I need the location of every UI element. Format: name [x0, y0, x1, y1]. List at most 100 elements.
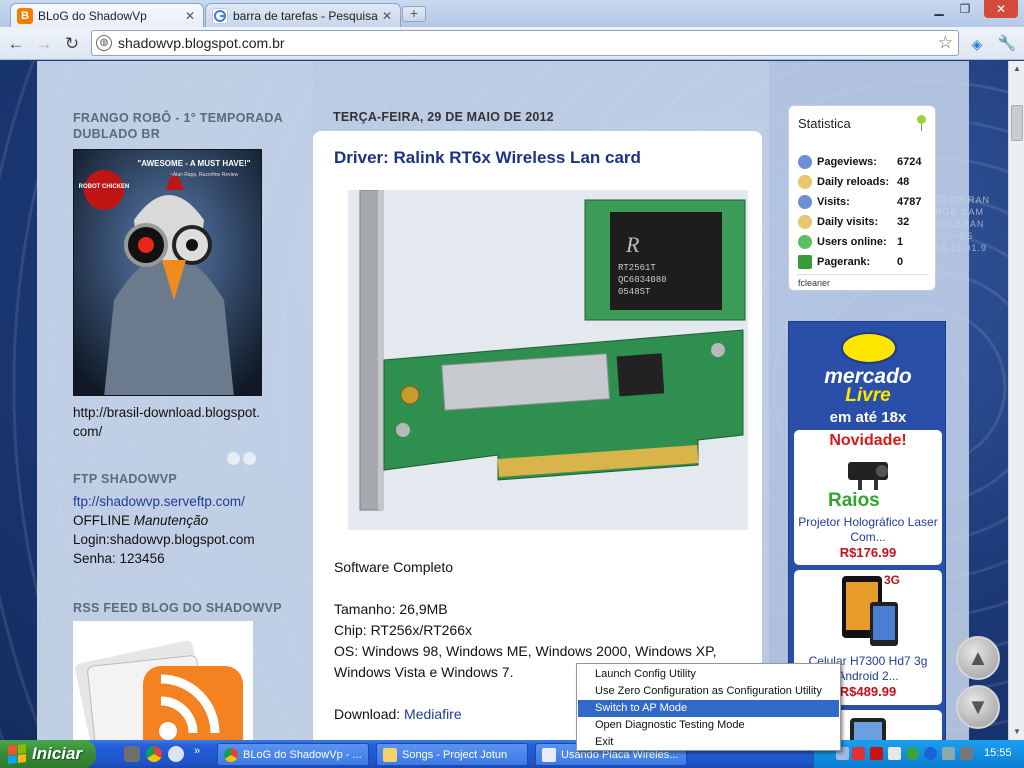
poster-quote-source: ~Alan Rapp, Razorfine Review	[170, 172, 239, 178]
reload-icon[interactable]: ↻	[61, 33, 83, 55]
menu-item-launch-config[interactable]: Launch Config Utility	[578, 666, 839, 683]
poster-link-text[interactable]: http://brasil-download.blogspot.com/	[73, 405, 260, 439]
stat-row-daily-visits: Daily visits: 32	[798, 212, 930, 232]
maximize-icon[interactable]: ❐	[952, 0, 978, 18]
online-user-icon	[798, 235, 812, 249]
stat-label: Daily visits:	[817, 216, 879, 228]
close-window-icon[interactable]: ✕	[984, 0, 1018, 18]
ati-icon[interactable]	[870, 747, 883, 760]
document-icon	[542, 747, 556, 762]
post-title-link[interactable]: Driver: Ralink RT6x Wireless Lan card	[334, 148, 641, 168]
menu-item-zero-config[interactable]: Use Zero Configuration as Configuration …	[578, 683, 839, 700]
tab-google-search[interactable]: barra de tarefas - Pesquisa Goo ✕	[205, 3, 401, 27]
rss-feed-icon[interactable]	[73, 621, 253, 740]
web-page: OLOR RANRGB CAMTOLERAN SS54.11.01.9 FRAN…	[0, 61, 1008, 740]
start-button[interactable]: Iniciar	[0, 740, 96, 768]
new-tab-button[interactable]: +	[402, 6, 426, 22]
close-tab-icon[interactable]: ✕	[183, 9, 197, 23]
stat-row-pageviews: Pageviews: 6724	[798, 152, 930, 172]
section-title-ftp: FTP SHADOWVP	[73, 472, 178, 486]
antivirus-icon[interactable]	[852, 747, 865, 760]
volume-icon[interactable]	[888, 747, 901, 760]
forward-icon[interactable]: →	[33, 33, 55, 55]
blog-post: Driver: Ralink RT6x Wireless Lan card R …	[313, 131, 762, 740]
download-link[interactable]: Mediafire	[404, 706, 462, 722]
start-label: Iniciar	[32, 744, 83, 763]
section-title-rss: RSS FEED BLOG DO SHADOWVP	[73, 601, 282, 615]
carousel-dot[interactable]	[243, 452, 256, 465]
scroll-up-arrow-icon[interactable]: ▲	[1009, 61, 1024, 77]
carousel-dots	[227, 452, 259, 468]
chip-label-line: 0548ST	[618, 287, 651, 297]
ftp-link[interactable]: ftp://shadowvp.serveftp.com/	[73, 494, 245, 509]
taskbar-item-label: Songs - Project Jotun	[402, 748, 508, 761]
taskbar-item-songs[interactable]: Songs - Project Jotun	[376, 743, 528, 766]
poster-link[interactable]: http://brasil-download.blogspot.com/	[73, 403, 263, 441]
stat-value: 0	[897, 256, 904, 268]
stat-label: Daily reloads:	[817, 176, 890, 188]
handshake-logo-icon	[841, 332, 897, 364]
wireless-card-photo[interactable]: R RT2561T QC6034080 0548ST	[348, 190, 748, 530]
download-label: Download:	[334, 706, 405, 722]
carousel-dot[interactable]	[227, 452, 240, 465]
stat-row-visits: Visits: 4787	[798, 192, 930, 212]
pagerank-icon	[798, 255, 812, 269]
tab-title: barra de tarefas - Pesquisa Goo	[233, 8, 380, 23]
bluetooth-icon[interactable]	[924, 747, 937, 760]
wireless-utility-icon[interactable]	[942, 747, 955, 760]
robot-chicken-poster[interactable]: ROBOT CHICKEN "AWESOME - A MUST HAVE!" ~…	[73, 149, 262, 396]
product-badge: Novidade!	[829, 432, 907, 449]
phone-image	[850, 718, 886, 740]
menu-item-exit[interactable]: Exit	[578, 734, 839, 751]
menu-item-switch-ap-mode[interactable]: Switch to AP Mode	[578, 700, 839, 717]
scroll-to-bottom-button[interactable]: ▼	[956, 685, 1000, 729]
media-player-icon[interactable]	[168, 746, 184, 762]
url-input[interactable]	[118, 35, 938, 51]
post-date: TERÇA-FEIRA, 29 DE MAIO DE 2012	[333, 110, 554, 124]
ftp-status: OFFLINE	[73, 513, 131, 528]
menu-item-diagnostic-mode[interactable]: Open Diagnostic Testing Mode	[578, 717, 839, 734]
bookmark-star-icon[interactable]: ☆	[938, 33, 953, 53]
stat-value: 1	[897, 236, 904, 248]
extension-icon[interactable]: ◈	[966, 33, 988, 55]
users-icon	[798, 155, 812, 169]
chrome-icon[interactable]	[146, 746, 162, 762]
stat-row-users-online: Users online: 1	[798, 232, 930, 252]
tab-strip: B BLoG do ShadowVp ✕ barra de tarefas - …	[0, 0, 1024, 27]
scroll-down-arrow-icon[interactable]: ▼	[1009, 724, 1024, 740]
divider	[797, 274, 929, 275]
ad-brand-secondary: Livre	[845, 385, 891, 406]
projector-image	[848, 462, 888, 490]
wrench-icon[interactable]: 🔧	[996, 33, 1018, 55]
section-title-frango-robo: FRANGO ROBÔ - 1° TEMPORADA DUBLADO BR	[73, 111, 283, 141]
back-icon[interactable]: ←	[5, 33, 27, 55]
ftp-password: Senha: 123456	[73, 551, 165, 566]
google-icon	[212, 7, 228, 24]
user-icon	[798, 195, 812, 209]
post-line-software: Software Completo	[334, 559, 454, 575]
tab-title: BLoG do ShadowVp	[38, 8, 147, 23]
minimize-icon[interactable]: ▁	[926, 0, 952, 18]
product-name[interactable]: Projetor Holográfico Laser Com...	[794, 515, 942, 545]
quicklaunch-icon[interactable]	[124, 746, 140, 762]
ad-product-card[interactable]: Novidade! Raios Projetor Holográfico Las…	[794, 430, 942, 565]
security-icon[interactable]	[960, 747, 973, 760]
close-tab-icon[interactable]: ✕	[380, 9, 394, 23]
taskbar-item-blog[interactable]: BLoG do ShadowVp - ...	[217, 743, 369, 766]
address-bar[interactable]: ◍ ☆	[91, 30, 959, 56]
poster-badge: ROBOT CHICKEN	[79, 184, 130, 190]
scrollbar-thumb[interactable]	[1011, 105, 1023, 141]
page-scrollbar[interactable]: ▲ ▼	[1008, 61, 1024, 740]
utorrent-icon[interactable]	[906, 747, 919, 760]
scroll-to-top-button[interactable]: ▲	[956, 636, 1000, 680]
product-badge: 3G	[884, 573, 900, 587]
ad-subtitle: em até 18x	[829, 409, 907, 426]
stats-footer[interactable]: fcleaner	[798, 278, 830, 288]
ftp-login: Login:shadowvp.blogspot.com	[73, 532, 255, 547]
stat-value: 4787	[897, 196, 922, 208]
quicklaunch-expand-icon[interactable]: »	[194, 745, 200, 757]
product-price: R$176.99	[839, 545, 897, 560]
tab-blog-shadowvp[interactable]: B BLoG do ShadowVp ✕	[10, 3, 204, 27]
stat-label: Users online:	[817, 236, 887, 248]
post-line-chip: Chip: RT256x/RT266x	[334, 622, 472, 638]
